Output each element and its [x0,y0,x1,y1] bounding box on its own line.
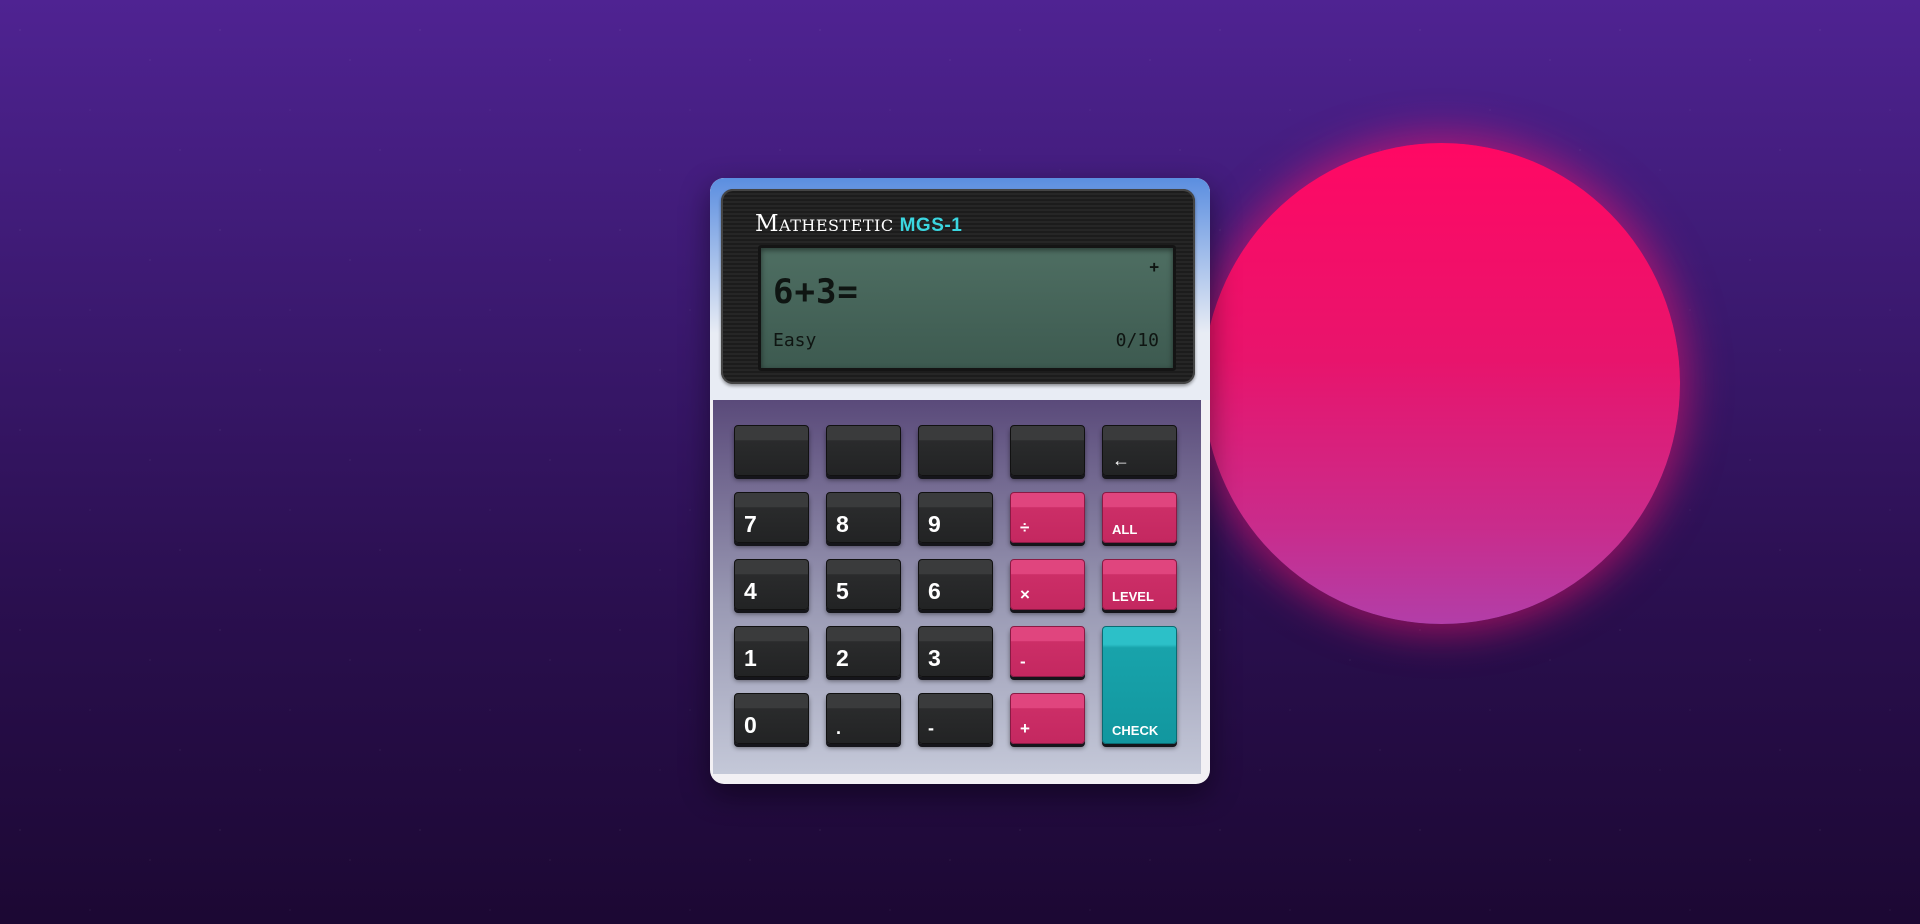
key-label: . [836,718,842,738]
key-8[interactable]: 8 [826,492,901,543]
key-label: + [1020,719,1030,738]
divide-button[interactable]: ÷ [1010,492,1085,543]
all-clear-button[interactable]: ALL [1102,492,1177,543]
subtract-button[interactable]: - [1010,626,1085,677]
backspace-button[interactable]: ← [1102,425,1177,476]
negative-button[interactable]: - [918,693,993,744]
check-button[interactable]: CHECK [1102,626,1177,744]
expression-readout: 6+3= [773,272,859,312]
key-0[interactable]: 0 [734,693,809,744]
add-button[interactable]: + [1010,693,1085,744]
blank-key-3[interactable] [918,425,993,476]
brand-logo: Mathestetic MGS-1 [755,211,962,237]
key-label: × [1020,585,1030,604]
operation-indicator: + [1149,257,1159,276]
key-label: 9 [928,511,941,537]
key-label: 0 [744,712,757,738]
key-label: 7 [744,511,757,537]
key-label: 2 [836,645,849,671]
key-9[interactable]: 9 [918,492,993,543]
key-label: 5 [836,578,849,604]
calculator: Mathestetic MGS-1 + 6+3= Easy 0/10 ← 7 8 … [710,178,1210,784]
key-label: ÷ [1020,518,1030,537]
lcd-display: + 6+3= Easy 0/10 [758,245,1176,371]
key-label: 3 [928,645,941,671]
brand-name: Mathestetic [755,211,894,237]
blank-key-4[interactable] [1010,425,1085,476]
key-4[interactable]: 4 [734,559,809,610]
key-label: 4 [744,578,757,604]
key-7[interactable]: 7 [734,492,809,543]
decimal-button[interactable]: . [826,693,901,744]
score-readout: 0/10 [1115,330,1159,351]
key-label: 6 [928,578,941,604]
key-label: ALL [1112,522,1138,537]
key-5[interactable]: 5 [826,559,901,610]
blank-key-1[interactable] [734,425,809,476]
sun-decoration [1203,143,1680,624]
key-1[interactable]: 1 [734,626,809,677]
blank-key-2[interactable] [826,425,901,476]
key-label: 8 [836,511,849,537]
key-label: 1 [744,645,757,671]
display-bezel: Mathestetic MGS-1 + 6+3= Easy 0/10 [721,189,1195,384]
key-label: CHECK [1112,723,1159,738]
back-arrow-icon: ← [1112,450,1130,470]
keypad: ← 7 8 9 ÷ ALL 4 5 6 × LEVEL 1 2 3 - CHEC… [713,400,1201,774]
key-6[interactable]: 6 [918,559,993,610]
key-label: LEVEL [1112,589,1154,604]
model-name: MGS-1 [899,215,963,236]
multiply-button[interactable]: × [1010,559,1085,610]
level-button[interactable]: LEVEL [1102,559,1177,610]
key-3[interactable]: 3 [918,626,993,677]
level-readout: Easy [773,330,817,351]
key-2[interactable]: 2 [826,626,901,677]
key-label: - [928,718,934,738]
key-label: - [1020,652,1026,671]
